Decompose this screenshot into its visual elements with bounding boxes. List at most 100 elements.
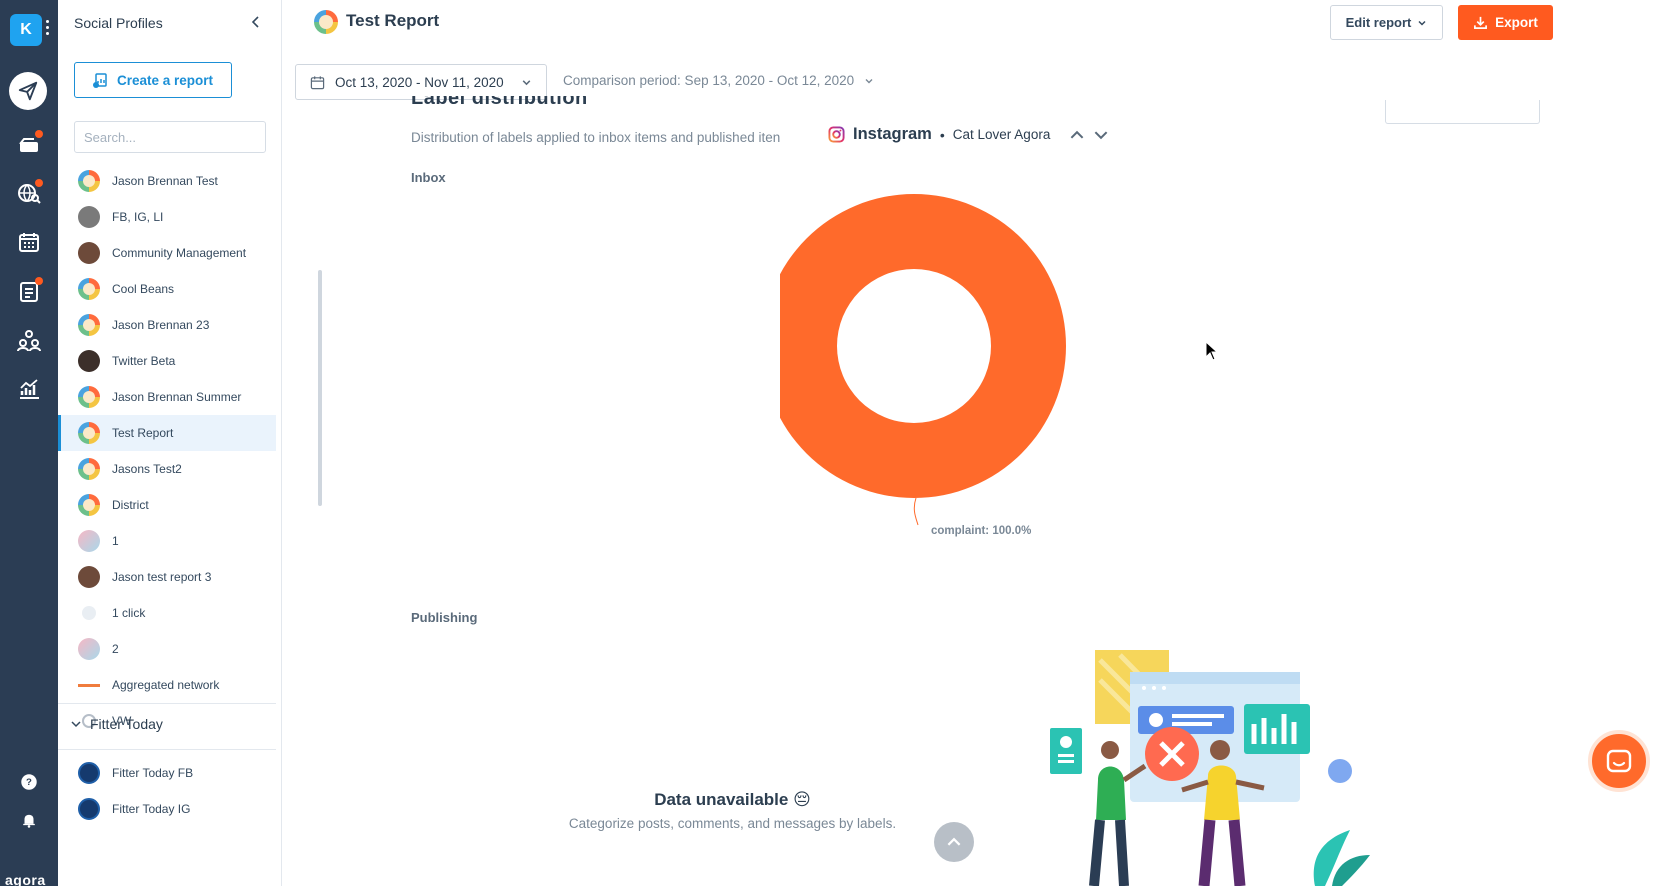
help-icon[interactable]: ? [0, 762, 58, 802]
list-item[interactable]: Fitter Today FB [58, 755, 276, 791]
label-distribution-donut-chart: complaint: 100.0% [780, 194, 1066, 537]
export-button[interactable]: Export [1458, 5, 1553, 40]
divider [58, 749, 276, 750]
sidebar-scrollbar[interactable] [318, 270, 322, 506]
report-avatar [314, 10, 338, 34]
donut-data-label: complaint: 100.0% [931, 525, 1031, 537]
section-subtitle: Distribution of labels applied to inbox … [411, 130, 781, 145]
avatar [78, 386, 100, 408]
report-header: Test Report Edit report Export [282, 0, 1665, 46]
list-item[interactable]: Community Management [58, 235, 276, 271]
donut-slice-complaint[interactable] [780, 194, 1066, 498]
network-label: Instagram [853, 125, 932, 143]
avatar [78, 762, 100, 784]
sidebar-title: Social Profiles [74, 15, 163, 31]
network-selector: Instagram • Cat Lover Agora [828, 125, 1110, 144]
list-item[interactable]: Twitter Beta [58, 343, 276, 379]
chevron-down-icon [522, 79, 531, 85]
list-item[interactable]: Jason Brennan Test [58, 163, 276, 199]
list-item[interactable]: Cool Beans [58, 271, 276, 307]
profile-label: Cat Lover Agora [952, 127, 1051, 142]
list-item[interactable]: Jasons Test2 [58, 451, 276, 487]
list-item-active[interactable]: Test Report [58, 415, 276, 451]
list-item[interactable]: 2 [58, 631, 276, 667]
profile-list: Jason Brennan Test FB, IG, LI Community … [58, 163, 276, 739]
list-item[interactable]: FB, IG, LI [58, 199, 276, 235]
list-item-label: District [112, 498, 149, 512]
instagram-icon [828, 126, 845, 143]
chevron-down-icon [1418, 20, 1426, 26]
kebab-menu-icon[interactable] [46, 20, 50, 38]
avatar [78, 566, 100, 588]
donut-leader-line [913, 497, 919, 526]
inbox-icon[interactable] [0, 124, 58, 164]
avatar [78, 206, 100, 228]
data-unavailable-subtitle: Categorize posts, comments, and messages… [568, 816, 897, 831]
list-item-label: Fitter Today IG [112, 802, 191, 816]
chevron-down-icon [865, 78, 873, 83]
section-action-box[interactable] [1385, 100, 1540, 124]
inbox-label: Inbox [411, 170, 446, 185]
list-item[interactable]: 1 click [58, 595, 276, 631]
bell-icon[interactable] [0, 800, 58, 840]
date-range-picker[interactable]: Oct 13, 2020 - Nov 11, 2020 [295, 64, 547, 100]
list-item[interactable]: 1 [58, 523, 276, 559]
list-item[interactable]: District [58, 487, 276, 523]
listening-badge [35, 179, 43, 187]
collapse-chevron-icon[interactable] [248, 14, 264, 30]
list-item-label: Test Report [112, 426, 174, 440]
list-item-label: Jason Brennan Summer [112, 390, 242, 404]
list-item[interactable]: Fitter Today IG [58, 791, 276, 827]
comparison-period-value: Comparison period: Sep 13, 2020 - Oct 12… [563, 73, 855, 88]
list-item-label: Community Management [112, 246, 247, 260]
analytics-icon[interactable] [0, 369, 58, 409]
edit-report-button[interactable]: Edit report [1330, 5, 1443, 40]
mouse-cursor-icon [1205, 341, 1219, 361]
date-range-value: Oct 13, 2020 - Nov 11, 2020 [335, 74, 504, 90]
list-item[interactable]: Jason Brennan 23 [58, 307, 276, 343]
avatar [78, 422, 100, 444]
report-add-icon [92, 73, 107, 88]
list-item-label: Jason Brennan 23 [112, 318, 210, 332]
scroll-to-top-button[interactable] [934, 822, 974, 862]
list-item[interactable]: Jason test report 3 [58, 559, 276, 595]
list-item-label: FB, IG, LI [112, 210, 164, 224]
inbox-badge [35, 130, 43, 138]
chevron-down-icon[interactable] [1092, 126, 1110, 144]
chevron-up-icon[interactable] [1068, 126, 1086, 144]
chat-support-button[interactable] [1588, 730, 1650, 792]
calendar-icon[interactable] [0, 222, 58, 262]
avatar [78, 458, 100, 480]
list-item[interactable]: Aggregated network [58, 667, 276, 703]
create-report-button[interactable]: Create a report [74, 62, 232, 98]
list-item[interactable]: Jason Brennan Summer [58, 379, 276, 415]
avatar [78, 494, 100, 516]
avatar [78, 242, 100, 264]
comparison-period-dropdown[interactable]: Comparison period: Sep 13, 2020 - Oct 12… [563, 73, 874, 88]
download-icon [1474, 16, 1488, 29]
avatar [78, 278, 100, 300]
list-item-label: Cool Beans [112, 282, 175, 296]
avatar [78, 314, 100, 336]
avatar [82, 606, 96, 620]
avatar [78, 170, 100, 192]
globe-search-icon[interactable] [0, 173, 58, 213]
paper-plane-icon[interactable] [9, 72, 47, 110]
group-header-fitter-today[interactable]: Fitter Today [70, 716, 163, 732]
page-title: Test Report [346, 11, 440, 30]
publishing-label: Publishing [411, 610, 478, 625]
team-icon[interactable] [0, 320, 58, 360]
section-title: Label distribution [411, 96, 588, 109]
clipboard-icon[interactable] [0, 271, 58, 311]
avatar [78, 798, 100, 820]
list-item-label: Jason test report 3 [112, 570, 212, 584]
profile-search-input[interactable] [74, 121, 266, 153]
edit-report-label: Edit report [1345, 15, 1412, 30]
avatar [78, 638, 100, 660]
avatar [78, 350, 100, 372]
list-item-label: 1 [112, 534, 119, 548]
divider [58, 703, 276, 704]
data-unavailable-title: Data unavailable 😔 [654, 790, 811, 809]
export-label: Export [1495, 15, 1538, 30]
workspace-avatar[interactable]: K [10, 14, 42, 46]
